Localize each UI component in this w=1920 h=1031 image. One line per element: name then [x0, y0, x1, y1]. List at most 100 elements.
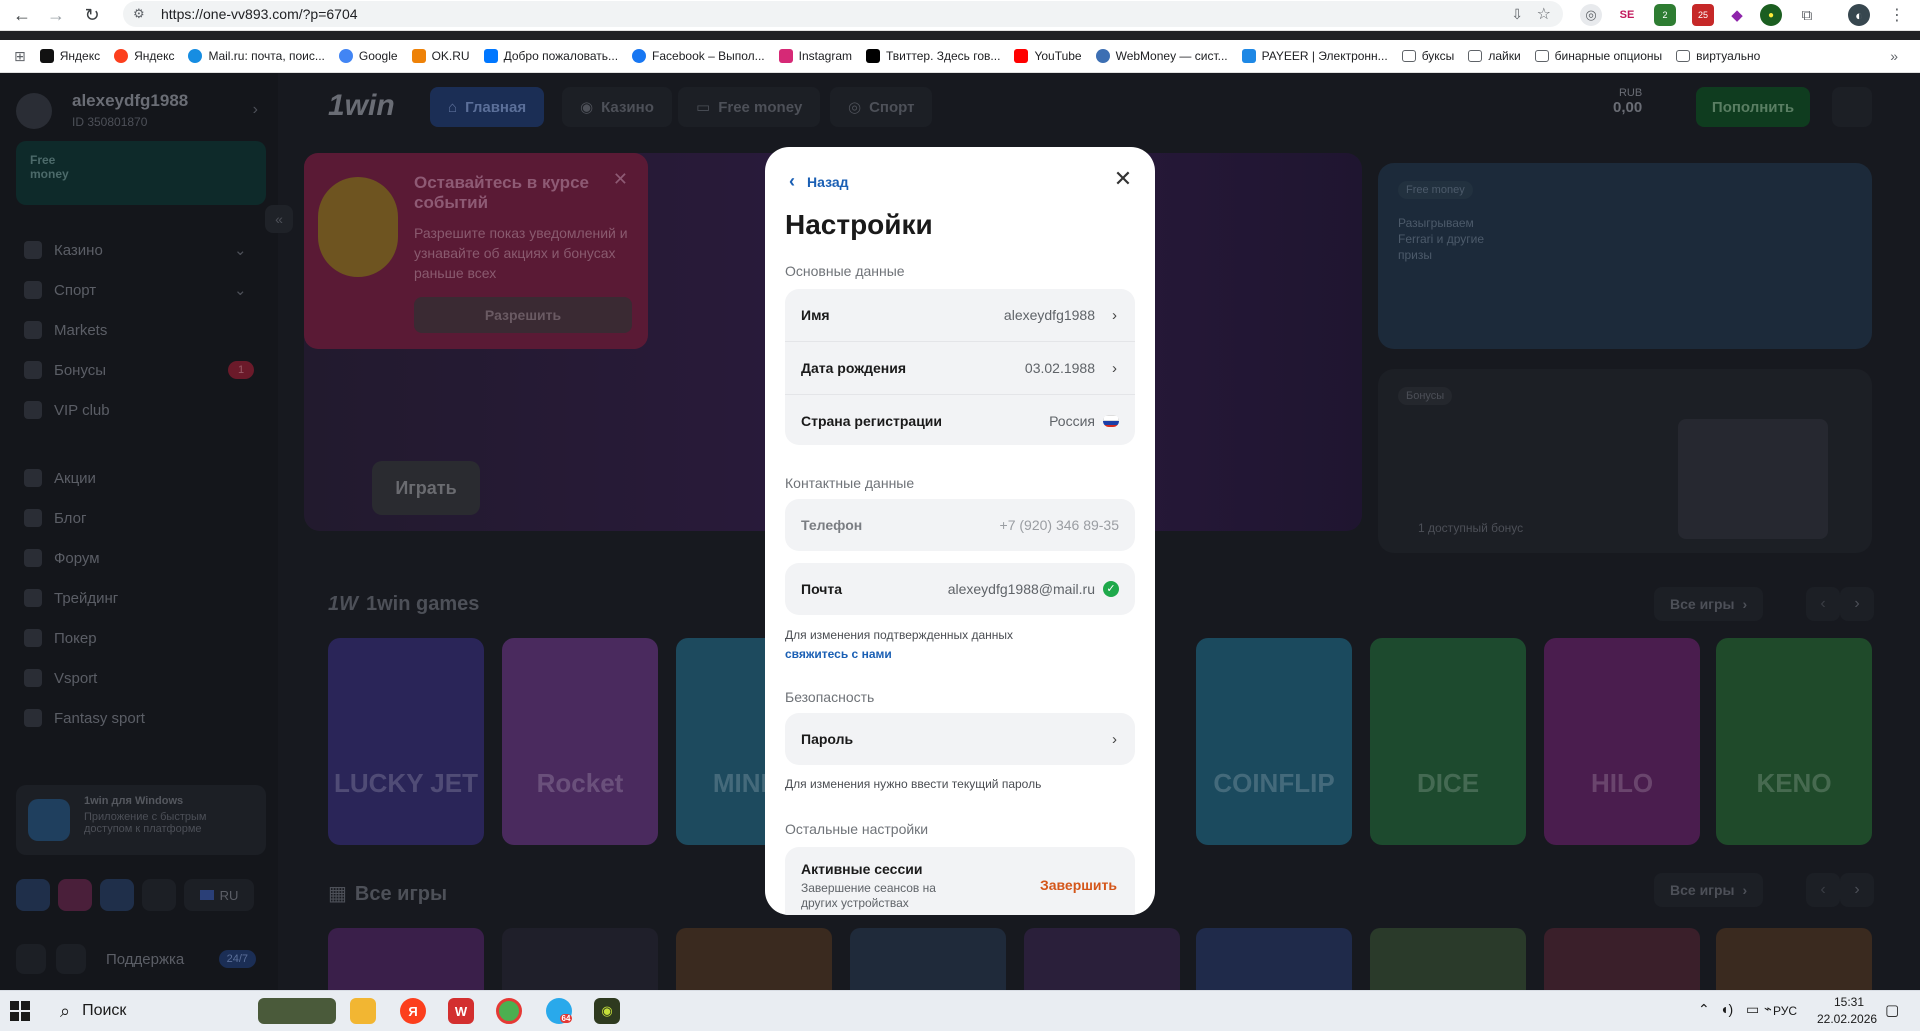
- sidebar-item-sport[interactable]: Спорт ⌄: [24, 281, 247, 299]
- tab-home[interactable]: ⌂ Главная: [430, 87, 545, 127]
- instagram-icon[interactable]: [58, 879, 92, 911]
- yandex-browser-icon[interactable]: Я: [400, 998, 426, 1024]
- sidebar-item-markets[interactable]: Markets: [24, 321, 107, 339]
- close-icon[interactable]: ✕: [613, 169, 628, 190]
- address-bar[interactable]: ⚙ https://one-vv893.com/?p=6704 ⇩ ☆: [123, 1, 1563, 27]
- taskbar-search[interactable]: ⌕ Поиск: [48, 991, 126, 1031]
- tab-sport[interactable]: ◎ Спорт: [830, 87, 933, 127]
- telegram-icon[interactable]: [16, 879, 50, 911]
- extension-calendar-icon[interactable]: 25: [1692, 4, 1714, 26]
- sidebar-item-bonuses[interactable]: Бонусы: [24, 361, 106, 379]
- sidebar-item-casino[interactable]: Казино ⌄: [24, 241, 247, 259]
- sidebar-item-promo[interactable]: Акции: [24, 469, 96, 487]
- volume-icon[interactable]: ◖): [1720, 1001, 1733, 1017]
- clock-time[interactable]: 15:31: [1834, 995, 1864, 1009]
- game-card-lucky-jet[interactable]: LUCKY JET: [328, 638, 484, 845]
- menu-dots-icon[interactable]: ⋮: [1886, 4, 1908, 26]
- star-icon[interactable]: ☆: [1537, 4, 1551, 24]
- allow-notifications-button[interactable]: Разрешить: [414, 297, 632, 333]
- chrome-icon[interactable]: [496, 998, 522, 1024]
- bookmark-item[interactable]: Google: [338, 49, 398, 63]
- sidebar-item-forum[interactable]: Форум: [24, 549, 100, 567]
- more-bookmarks-icon[interactable]: »: [1890, 48, 1898, 64]
- bookmark-item[interactable]: OK.RU: [411, 49, 470, 63]
- game-thumbnail[interactable]: [1024, 928, 1180, 990]
- bookmark-folder[interactable]: лайки: [1468, 49, 1521, 63]
- all-games-link[interactable]: Все игры ›: [1654, 873, 1764, 907]
- bookmark-item[interactable]: Яндекс: [39, 49, 100, 63]
- file-explorer-icon[interactable]: [350, 998, 376, 1024]
- sidebar-item-vsport[interactable]: Vsport: [24, 669, 97, 687]
- extensions-puzzle-icon[interactable]: ⧉: [1796, 4, 1818, 26]
- game-card-hilo[interactable]: HILO: [1544, 638, 1700, 845]
- bonuses-card[interactable]: Бонусы 1 доступный бонус: [1378, 369, 1872, 553]
- next-arrow-button[interactable]: ›: [1840, 873, 1874, 907]
- sidebar-item-fantasy[interactable]: Fantasy sport: [24, 709, 145, 727]
- bookmark-folder[interactable]: бинарные опционы: [1534, 49, 1662, 63]
- extension-se-icon[interactable]: SE: [1616, 4, 1638, 26]
- battery-icon[interactable]: ⌁: [1764, 1001, 1772, 1017]
- input-language[interactable]: РУС: [1773, 1004, 1797, 1018]
- game-thumbnail[interactable]: [676, 928, 832, 990]
- all-games-link[interactable]: Все игры ›: [1654, 587, 1764, 621]
- balance-display[interactable]: RUB 0,00: [1613, 87, 1642, 116]
- end-sessions-button[interactable]: Завершить: [1040, 877, 1117, 893]
- profile-avatar-icon[interactable]: ◐: [1848, 4, 1870, 26]
- vk-icon[interactable]: [100, 879, 134, 911]
- bookmark-item[interactable]: WebMoney — сист...: [1095, 49, 1228, 63]
- language-selector[interactable]: RU: [184, 879, 254, 911]
- more-dots-icon[interactable]: [142, 879, 176, 911]
- game-card-coinflip[interactable]: COINFLIP: [1196, 638, 1352, 845]
- sidebar-item-vip[interactable]: VIP club: [24, 401, 110, 419]
- bookmark-item[interactable]: Яндекс: [114, 49, 174, 63]
- close-icon[interactable]: ✕: [1111, 167, 1135, 191]
- reload-icon[interactable]: ↻: [76, 0, 108, 30]
- extension-round-icon[interactable]: ●: [1760, 4, 1782, 26]
- sidebar-item-blog[interactable]: Блог: [24, 509, 86, 527]
- site-info-icon[interactable]: ⚙: [133, 6, 155, 22]
- name-row[interactable]: Имя alexeydfg1988 ›: [785, 289, 1135, 342]
- bookmark-item[interactable]: PAYEER | Электронн...: [1241, 49, 1388, 63]
- bookmark-item[interactable]: YouTube: [1014, 49, 1082, 63]
- search-highlight-icon[interactable]: [258, 998, 336, 1024]
- game-thumbnail[interactable]: [328, 928, 484, 990]
- game-thumbnail[interactable]: [1716, 928, 1872, 990]
- telegram-icon[interactable]: 64: [546, 998, 573, 1024]
- bookmark-folder[interactable]: буксы: [1401, 49, 1454, 63]
- tab-casino[interactable]: ◉ Казино: [562, 87, 672, 127]
- windows-app-banner[interactable]: 1win для Windows Приложение с быстрым до…: [16, 785, 266, 855]
- tray-chevron-icon[interactable]: ⌃: [1698, 1001, 1710, 1018]
- install-icon[interactable]: ⇩: [1511, 6, 1523, 23]
- extension-gem-icon[interactable]: ◆: [1726, 4, 1748, 26]
- back-arrow-icon[interactable]: ←: [6, 0, 38, 30]
- deposit-button[interactable]: Пополнить: [1696, 87, 1810, 127]
- game-thumbnail[interactable]: [1370, 928, 1526, 990]
- wps-office-icon[interactable]: W: [448, 998, 474, 1024]
- contact-us-link[interactable]: свяжитесь с нами: [785, 647, 892, 661]
- game-card-dice[interactable]: DICE: [1370, 638, 1526, 845]
- bell-icon[interactable]: [1832, 87, 1872, 127]
- game-thumbnail[interactable]: [850, 928, 1006, 990]
- extension-green-icon[interactable]: 2: [1654, 4, 1676, 26]
- password-row[interactable]: Пароль ›: [785, 713, 1135, 765]
- apps-grid-icon[interactable]: ⊞: [14, 48, 26, 65]
- birthdate-row[interactable]: Дата рождения 03.02.1988 ›: [785, 342, 1135, 395]
- bookmark-item[interactable]: Mail.ru: почта, поис...: [188, 49, 325, 63]
- bookmark-item[interactable]: Instagram: [778, 49, 852, 63]
- forward-arrow-icon[interactable]: →: [40, 0, 72, 30]
- extension-globe-icon[interactable]: ◎: [1580, 4, 1602, 26]
- bookmark-item[interactable]: Facebook – Выпол...: [632, 49, 765, 63]
- back-button[interactable]: ‹ Назад: [789, 171, 849, 192]
- site-logo[interactable]: 1win: [328, 89, 395, 123]
- next-arrow-button[interactable]: ›: [1840, 587, 1874, 621]
- game-thumbnail[interactable]: [1544, 928, 1700, 990]
- game-card-rocket[interactable]: Rocket: [502, 638, 658, 845]
- bookmark-item[interactable]: Добро пожаловать...: [483, 49, 618, 63]
- user-profile[interactable]: alexeydfg1988 ID 350801870 ›: [16, 85, 266, 137]
- network-icon[interactable]: ▭: [1746, 1001, 1759, 1018]
- game-thumbnail[interactable]: [502, 928, 658, 990]
- prev-arrow-button[interactable]: ‹: [1806, 587, 1840, 621]
- game-card-keno[interactable]: KENO: [1716, 638, 1872, 845]
- collapse-sidebar-button[interactable]: «: [265, 205, 293, 233]
- free-money-banner[interactable]: Free money: [16, 141, 266, 205]
